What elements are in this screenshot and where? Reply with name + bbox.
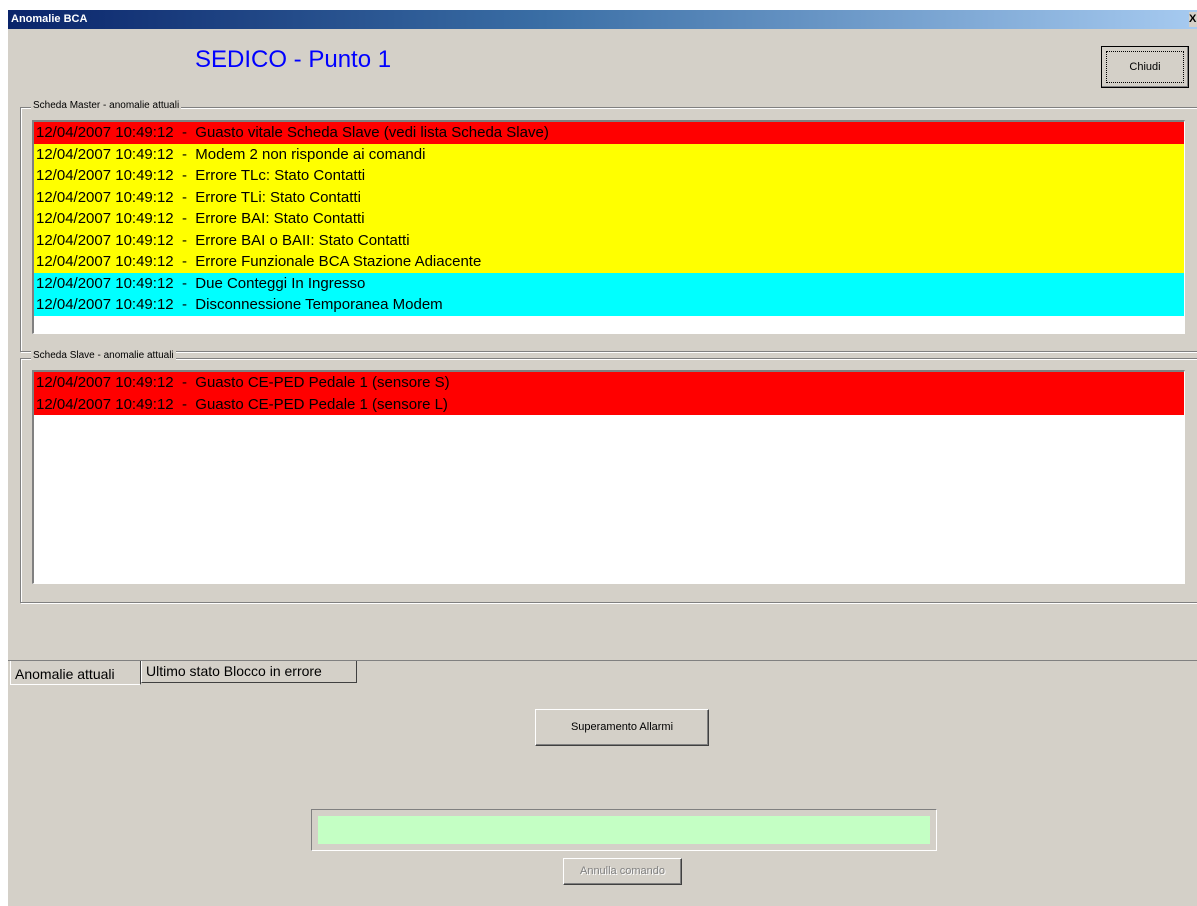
master-list-row[interactable]: 12/04/2007 10:49:12 - Guasto vitale Sche…: [34, 122, 1184, 144]
annulla-comando-button[interactable]: Annulla comando: [563, 858, 682, 885]
close-icon[interactable]: X: [1189, 12, 1197, 27]
master-list-row[interactable]: 12/04/2007 10:49:12 - Due Conteggi In In…: [34, 272, 1184, 294]
focus-rect: [1106, 51, 1184, 83]
screen-left-margin: [0, 0, 8, 906]
slave-group-label: Scheda Slave - anomalie attuali: [31, 350, 176, 361]
tab-anomalie-attuali[interactable]: Anomalie attuali: [10, 661, 141, 685]
master-list-row[interactable]: 12/04/2007 10:49:12 - Modem 2 non rispon…: [34, 143, 1184, 165]
title-bar[interactable]: Anomalie BCA X: [8, 10, 1197, 29]
command-status-bar: [318, 816, 930, 844]
master-list-row[interactable]: 12/04/2007 10:49:12 - Errore BAI: Stato …: [34, 208, 1184, 230]
master-list-row[interactable]: 12/04/2007 10:49:12 - Errore TLc: Stato …: [34, 165, 1184, 187]
screen-top-margin: [0, 0, 1197, 10]
master-list-row[interactable]: 12/04/2007 10:49:12 - Errore Funzionale …: [34, 251, 1184, 273]
command-status-frame: [311, 809, 937, 851]
close-button[interactable]: Chiudi: [1101, 46, 1189, 88]
tab-ultimo-stato-blocco[interactable]: Ultimo stato Blocco in errore: [141, 661, 357, 683]
master-list-row[interactable]: 12/04/2007 10:49:12 - Disconnessione Tem…: [34, 294, 1184, 316]
master-list-row[interactable]: 12/04/2007 10:49:12 - Errore TLi: Stato …: [34, 186, 1184, 208]
slave-list-row[interactable]: 12/04/2007 10:49:12 - Guasto CE-PED Peda…: [34, 393, 1184, 415]
master-list-row[interactable]: 12/04/2007 10:49:12 - Errore BAI o BAII:…: [34, 229, 1184, 251]
slave-anomaly-list[interactable]: 12/04/2007 10:49:12 - Guasto CE-PED Peda…: [32, 370, 1185, 584]
superamento-allarmi-button[interactable]: Superamento Allarmi: [535, 709, 709, 746]
master-group-label: Scheda Master - anomalie attuali: [31, 100, 182, 111]
slave-list-row[interactable]: 12/04/2007 10:49:12 - Guasto CE-PED Peda…: [34, 372, 1184, 394]
master-anomaly-list[interactable]: 12/04/2007 10:49:12 - Guasto vitale Sche…: [32, 120, 1185, 334]
window-title: Anomalie BCA: [11, 13, 88, 25]
station-title: SEDICO - Punto 1: [195, 46, 392, 73]
